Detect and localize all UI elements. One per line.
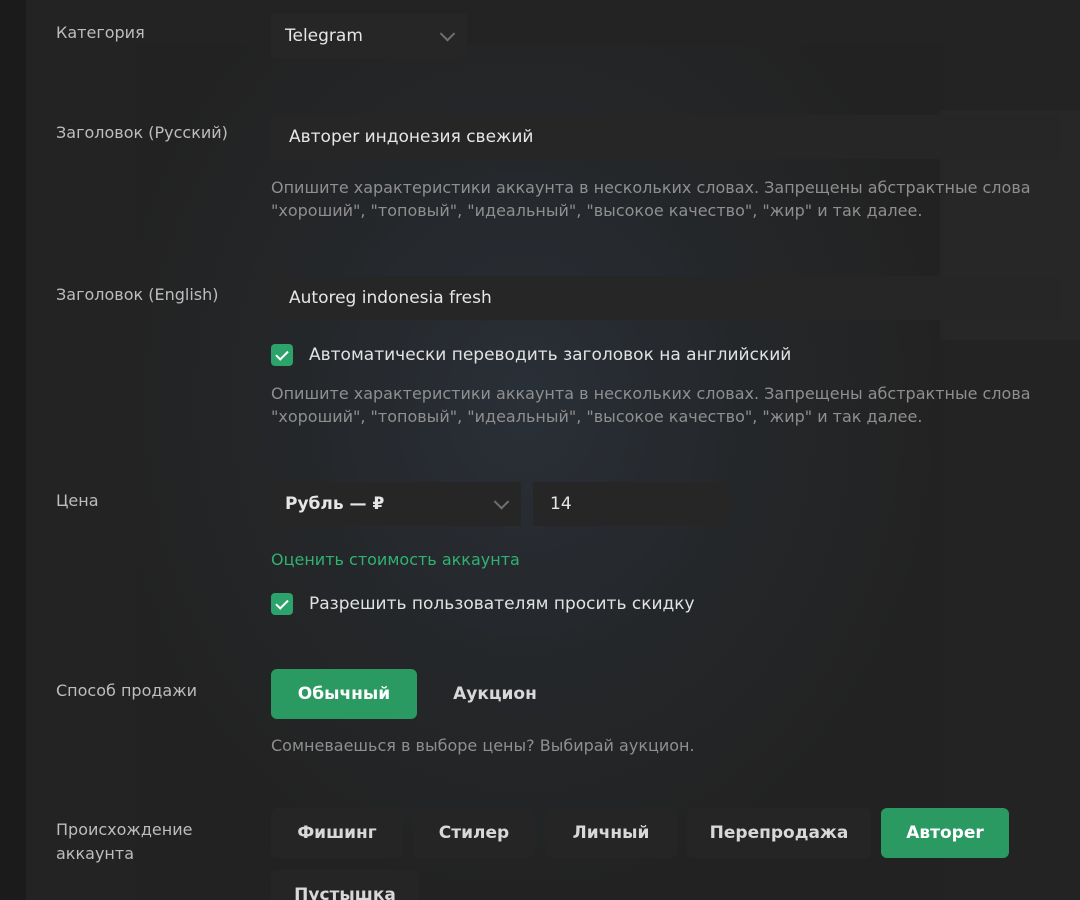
checkmark-icon: [275, 595, 289, 610]
checkmark-icon: [275, 346, 289, 361]
title-ru-hint-line: Опишите характеристики аккаунта в нескол…: [271, 178, 1031, 197]
title-ru-hint-line: "хороший", "топовый", "идеальный", "высо…: [271, 201, 923, 220]
estimate-price-link[interactable]: Оценить стоимость аккаунта: [271, 550, 520, 569]
title-en-hint-line: "хороший", "топовый", "идеальный", "высо…: [271, 407, 923, 426]
sell-account-form: Категория Telegram Заголовок (Русский) А…: [0, 0, 1080, 900]
origin-personal-button[interactable]: Личный: [545, 808, 677, 858]
title-ru-hint: Опишите характеристики аккаунта в нескол…: [271, 176, 1071, 222]
price-label: Цена: [56, 491, 99, 510]
origin-phishing-button[interactable]: Фишинг: [271, 808, 403, 858]
title-en-label: Заголовок (English): [56, 285, 219, 304]
title-en-input[interactable]: Autoreg indonesia fresh: [271, 276, 1061, 320]
category-label: Категория: [56, 23, 145, 42]
title-en-value: Autoreg indonesia fresh: [289, 288, 492, 308]
background-artwork: [135, 45, 945, 900]
category-select[interactable]: Telegram: [271, 14, 467, 58]
origin-label-line: Происхождение: [56, 820, 193, 839]
auto-translate-checkbox[interactable]: [271, 344, 293, 366]
origin-label: Происхождение аккаунта: [56, 818, 192, 866]
chevron-down-icon: [439, 26, 456, 42]
currency-value: Рубль — ₽: [285, 494, 385, 514]
title-en-hint: Опишите характеристики аккаунта в нескол…: [271, 382, 1071, 428]
price-input[interactable]: 14: [533, 482, 733, 526]
origin-resale-button[interactable]: Перепродажа: [687, 808, 871, 858]
category-value: Telegram: [285, 26, 363, 46]
sale-method-label: Способ продажи: [56, 681, 198, 700]
auto-translate-label: Автоматически переводить заголовок на ан…: [309, 345, 792, 365]
chevron-down-icon: [493, 494, 510, 510]
origin-stealer-button[interactable]: Стилер: [413, 808, 535, 858]
sale-method-hint: Сомневаешься в выборе цены? Выбирай аукц…: [271, 736, 695, 755]
sale-method-auction-button[interactable]: Аукцион: [427, 669, 563, 719]
title-ru-label: Заголовок (Русский): [56, 123, 228, 142]
price-value: 14: [550, 494, 572, 514]
origin-autoreg-button[interactable]: Автореr: [881, 808, 1009, 858]
allow-discount-checkbox[interactable]: [271, 593, 293, 615]
title-ru-value: Автореr индонезия свежий: [289, 127, 534, 147]
allow-discount-label: Разрешить пользователям просить скидку: [309, 594, 695, 614]
title-en-hint-line: Опишите характеристики аккаунта в нескол…: [271, 384, 1031, 403]
origin-label-line: аккаунта: [56, 844, 134, 863]
auto-translate-checkbox-row[interactable]: Автоматически переводить заголовок на ан…: [271, 344, 791, 366]
allow-discount-checkbox-row[interactable]: Разрешить пользователям просить скидку: [271, 593, 695, 615]
title-ru-input[interactable]: Автореr индонезия свежий: [271, 115, 1061, 159]
left-panel-edge: [0, 0, 26, 900]
currency-select[interactable]: Рубль — ₽: [271, 482, 521, 526]
sale-method-regular-button[interactable]: Обычный: [271, 669, 417, 719]
origin-empty-button[interactable]: Пустышка: [271, 870, 419, 900]
